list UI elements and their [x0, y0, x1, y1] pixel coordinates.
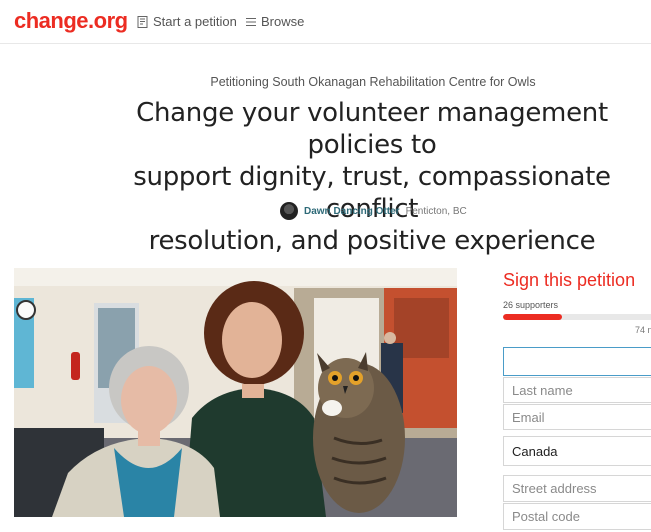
postal-code-field[interactable]: Postal code — [503, 503, 651, 530]
start-petition-link[interactable]: Start a petition — [137, 14, 237, 29]
supporters-goal: 74 n — [635, 325, 651, 335]
petition-title-line: Change your volunteer management policie… — [136, 98, 608, 160]
list-icon — [246, 17, 256, 27]
author-avatar[interactable] — [280, 202, 298, 220]
author-location: Penticton, BC — [405, 205, 467, 217]
author-name[interactable]: Dawn Dancing Otter — [304, 206, 400, 217]
change-org-logo[interactable]: change.org — [14, 8, 128, 34]
street-address-field[interactable]: Street address — [503, 475, 651, 502]
last-name-field[interactable]: Last name — [503, 377, 651, 403]
email-field[interactable]: Email — [503, 404, 651, 430]
sign-petition-title: Sign this petition — [503, 270, 636, 290]
country-select[interactable]: Canada — [503, 436, 651, 466]
petition-title-line: resolution, and positive experience — [148, 226, 596, 256]
petition-target: Petitioning South Okanagan Rehabilitatio… — [210, 75, 536, 89]
top-navigation-bar: change.org Start a petition Browse — [0, 0, 651, 44]
start-petition-label: Start a petition — [153, 14, 237, 29]
supporters-count: 26 supporters — [503, 300, 559, 310]
petition-title: Change your volunteer management policie… — [92, 97, 651, 257]
browse-label: Browse — [261, 14, 305, 29]
first-name-field[interactable] — [503, 347, 651, 376]
petition-photo — [14, 268, 457, 517]
supporters-progress-fill — [503, 314, 563, 320]
petition-icon — [137, 15, 148, 28]
supporters-progress-bar — [503, 314, 651, 320]
petition-author: Dawn Dancing Otter Penticton, BC — [280, 202, 467, 220]
browse-link[interactable]: Browse — [246, 14, 304, 29]
